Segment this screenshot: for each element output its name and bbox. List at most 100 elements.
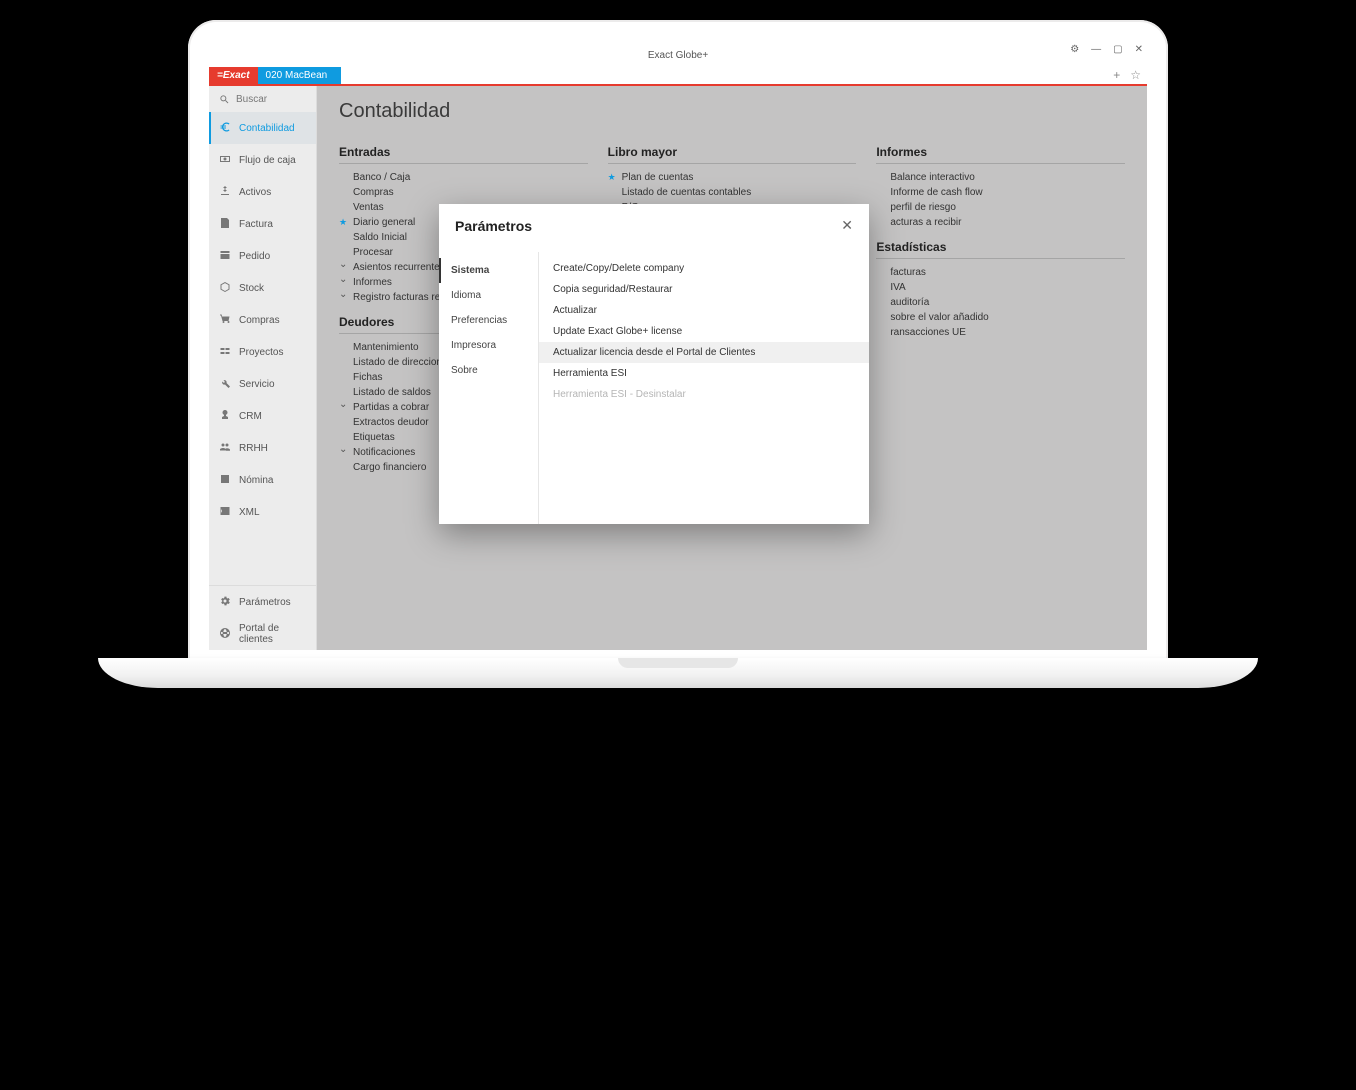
laptop-base xyxy=(98,658,1258,688)
modal-nav: SistemaIdiomaPreferenciasImpresoraSobre xyxy=(439,252,539,524)
page-title: Contabilidad xyxy=(339,100,1125,123)
maximize-button[interactable]: ▢ xyxy=(1113,44,1122,55)
search-icon xyxy=(219,94,230,105)
menu-link-partial[interactable]: perfil de riesgo xyxy=(876,200,1125,215)
modal-nav-preferencias[interactable]: Preferencias xyxy=(439,308,538,333)
sidebar-item-pedido[interactable]: Pedido xyxy=(209,240,316,272)
wrench-icon xyxy=(219,377,231,392)
sidebar-item-xml[interactable]: XML xyxy=(209,496,316,528)
sidebar-item-parámetros[interactable]: Parámetros xyxy=(209,586,316,618)
modal-option[interactable]: Herramienta ESI xyxy=(539,363,869,384)
sidebar-item-rrhh[interactable]: RRHH xyxy=(209,432,316,464)
projects-icon xyxy=(219,345,231,360)
sidebar-item-label: Activos xyxy=(239,187,271,198)
tab-actions: + ☆ xyxy=(1113,68,1141,82)
modal-option[interactable]: Actualizar xyxy=(539,300,869,321)
sidebar-item-nómina[interactable]: Nómina xyxy=(209,464,316,496)
payroll-icon xyxy=(219,473,231,488)
cash-icon xyxy=(219,153,231,168)
menu-link-partial[interactable]: IVA xyxy=(876,280,1125,295)
section-title: Entradas xyxy=(339,145,588,164)
sidebar-item-activos[interactable]: Activos xyxy=(209,176,316,208)
menu-link[interactable]: Balance interactivo xyxy=(876,170,1125,185)
add-tab-icon[interactable]: + xyxy=(1113,68,1120,82)
xml-icon xyxy=(219,505,231,520)
window-titlebar: Exact Globe+ ⚙ — ▢ ✕ xyxy=(209,44,1147,66)
modal-nav-sistema[interactable]: Sistema xyxy=(439,258,538,283)
menu-link-partial[interactable]: ransacciones UE xyxy=(876,325,1125,340)
sidebar-item-label: Parámetros xyxy=(239,597,291,608)
menu-link[interactable]: Informe de cash flow xyxy=(876,185,1125,200)
sidebar-item-label: Portal de clientes xyxy=(239,623,306,645)
modal-title: Parámetros xyxy=(455,218,532,234)
menu-link[interactable]: Compras xyxy=(339,185,588,200)
sidebar-item-label: Contabilidad xyxy=(239,123,295,134)
screen: Exact Globe+ ⚙ — ▢ ✕ =Exact 020 MacBean … xyxy=(209,44,1147,650)
brand-logo[interactable]: =Exact xyxy=(209,67,258,84)
section-title: Libro mayor xyxy=(608,145,857,164)
sidebar-item-flujo-de-caja[interactable]: Flujo de caja xyxy=(209,144,316,176)
modal-option[interactable]: Update Exact Globe+ license xyxy=(539,321,869,342)
sidebar-item-servicio[interactable]: Servicio xyxy=(209,368,316,400)
euro-icon xyxy=(219,121,231,136)
modal-close-button[interactable]: ✕ xyxy=(841,218,853,232)
sidebar-item-label: Flujo de caja xyxy=(239,155,296,166)
minimize-button[interactable]: — xyxy=(1091,44,1101,55)
favorite-icon[interactable]: ☆ xyxy=(1130,68,1141,82)
cart-icon xyxy=(219,313,231,328)
parameters-modal: Parámetros ✕ SistemaIdiomaPreferenciasIm… xyxy=(439,204,869,524)
tab-strip: =Exact 020 MacBean + ☆ xyxy=(209,66,1147,86)
sidebar-item-factura[interactable]: Factura xyxy=(209,208,316,240)
window-controls: ⚙ — ▢ ✕ xyxy=(1070,44,1143,55)
search-input[interactable]: Buscar xyxy=(209,86,316,112)
window-title: Exact Globe+ xyxy=(648,50,708,61)
menu-link-partial[interactable]: facturas xyxy=(876,265,1125,280)
sidebar-item-label: CRM xyxy=(239,411,262,422)
sidebar-item-compras[interactable]: Compras xyxy=(209,304,316,336)
invoice-icon xyxy=(219,217,231,232)
sidebar-item-label: Compras xyxy=(239,315,280,326)
modal-option[interactable]: Actualizar licencia desde el Portal de C… xyxy=(539,342,869,363)
menu-link[interactable]: Plan de cuentas xyxy=(608,170,857,185)
assets-icon xyxy=(219,185,231,200)
company-tab[interactable]: 020 MacBean xyxy=(258,67,342,84)
sidebar: Buscar Contabilidad Flujo de caja Activos F… xyxy=(209,86,317,650)
sidebar-item-label: XML xyxy=(239,507,260,518)
modal-option[interactable]: Create/Copy/Delete company xyxy=(539,258,869,279)
modal-option[interactable]: Copia seguridad/Restaurar xyxy=(539,279,869,300)
order-icon xyxy=(219,249,231,264)
sidebar-item-label: Factura xyxy=(239,219,273,230)
sidebar-item-label: Servicio xyxy=(239,379,275,390)
modal-list: Create/Copy/Delete companyCopia segurida… xyxy=(539,252,869,524)
menu-link-partial[interactable]: acturas a recibir xyxy=(876,215,1125,230)
modal-nav-sobre[interactable]: Sobre xyxy=(439,358,538,383)
section-title: Informes xyxy=(876,145,1125,164)
sidebar-item-crm[interactable]: CRM xyxy=(209,400,316,432)
modal-nav-idioma[interactable]: Idioma xyxy=(439,283,538,308)
menu-link-partial[interactable]: sobre el valor añadido xyxy=(876,310,1125,325)
sidebar-item-contabilidad[interactable]: Contabilidad xyxy=(209,112,316,144)
laptop-frame: Exact Globe+ ⚙ — ▢ ✕ =Exact 020 MacBean … xyxy=(188,20,1168,660)
device-shadow xyxy=(138,710,1218,990)
menu-link[interactable]: Listado de cuentas contables xyxy=(608,185,857,200)
sidebar-item-stock[interactable]: Stock xyxy=(209,272,316,304)
modal-nav-impresora[interactable]: Impresora xyxy=(439,333,538,358)
sidebar-item-label: Pedido xyxy=(239,251,270,262)
crm-icon xyxy=(219,409,231,424)
sidebar-item-label: RRHH xyxy=(239,443,268,454)
section-title: Estadísticas xyxy=(876,240,1125,259)
settings-icon[interactable]: ⚙ xyxy=(1070,44,1079,55)
search-placeholder: Buscar xyxy=(236,94,267,105)
sidebar-item-portal-de-clientes[interactable]: Portal de clientes xyxy=(209,618,316,650)
portal-icon xyxy=(219,627,231,642)
sidebar-item-label: Proyectos xyxy=(239,347,283,358)
laptop-notch xyxy=(618,658,738,668)
stock-icon xyxy=(219,281,231,296)
menu-link-partial[interactable]: auditoría xyxy=(876,295,1125,310)
menu-link[interactable]: Banco / Caja xyxy=(339,170,588,185)
sidebar-item-label: Stock xyxy=(239,283,264,294)
close-button[interactable]: ✕ xyxy=(1135,44,1143,55)
sidebar-item-proyectos[interactable]: Proyectos xyxy=(209,336,316,368)
people-icon xyxy=(219,441,231,456)
gear-icon xyxy=(219,595,231,610)
